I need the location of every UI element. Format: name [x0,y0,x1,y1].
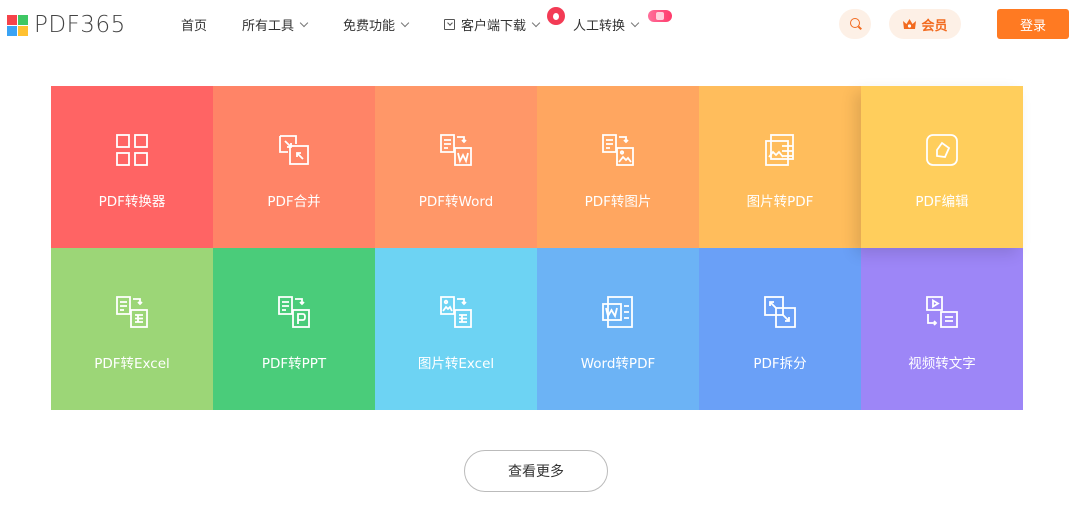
tool-video-to-text[interactable]: 视频转文字 [861,248,1023,410]
pdf-to-word-icon [438,132,474,168]
tool-pdf-merge[interactable]: PDF合并 [213,86,375,248]
word-to-pdf-icon [600,294,636,330]
view-more-button[interactable]: 查看更多 [464,450,608,492]
image-to-pdf-icon [762,132,798,168]
tool-label: PDF拆分 [753,356,807,372]
tool-image-to-excel[interactable]: 图片转Excel [375,248,537,410]
tool-label: PDF转Word [418,194,494,210]
pdf-to-image-icon [600,132,636,168]
merge-icon [276,132,312,168]
hot-badge-icon [648,10,672,22]
tool-label: PDF编辑 [915,194,969,210]
logo-icon [7,14,28,36]
tool-pdf-converter[interactable]: PDF转换器 [51,86,213,248]
tool-pdf-to-ppt[interactable]: PDF转PPT [213,248,375,410]
search-icon [850,18,860,28]
nav-manual-conversion-label: 人工转换 [573,19,626,34]
tool-label: PDF转换器 [98,194,166,210]
crown-icon [902,18,917,30]
tool-label: Word转PDF [580,356,656,372]
fire-icon [547,7,565,25]
chevron-down-icon [299,18,309,27]
image-to-excel-icon [438,294,474,330]
grid-icon [114,132,150,168]
nav-client-download-label: 客户端下载 [461,19,527,34]
logo-text: PDF365 [34,12,126,38]
chevron-down-icon [531,18,541,27]
vip-label: 会员 [921,18,948,34]
header: PDF365 首页 所有工具 免费功能 客户端下载 人工转换 会员 登录 [0,0,1080,50]
tool-label: PDF转PPT [261,356,327,372]
tool-label: PDF转Excel [94,356,170,372]
nav-free-features[interactable]: 免费功能 [343,15,410,34]
vip-button[interactable]: 会员 [889,9,961,39]
search-button[interactable] [839,9,871,39]
download-icon [444,19,455,30]
chevron-down-icon [630,18,640,27]
nav-home-label: 首页 [181,19,208,34]
logo[interactable]: PDF365 [7,12,126,38]
tool-image-to-pdf[interactable]: 图片转PDF [699,86,861,248]
tool-label: PDF合并 [267,194,321,210]
pdf-to-ppt-icon [276,294,312,330]
nav-client-download[interactable]: 客户端下载 [444,15,541,34]
tool-label: 图片转PDF [746,194,814,210]
login-button[interactable]: 登录 [997,9,1069,39]
tool-label: 图片转Excel [417,356,495,372]
nav-all-tools-label: 所有工具 [242,19,295,34]
nav-home[interactable]: 首页 [181,15,207,34]
tool-label: PDF转图片 [584,194,652,210]
tool-label: 视频转文字 [908,356,976,372]
tool-pdf-to-word[interactable]: PDF转Word [375,86,537,248]
nav-all-tools[interactable]: 所有工具 [242,15,309,34]
video-to-text-icon [924,294,960,330]
tool-grid: PDF转换器 PDF合并 PDF转Word PDF转图片 图片转PDF PDF编… [51,86,1023,410]
nav-free-features-label: 免费功能 [343,19,396,34]
tool-pdf-to-image[interactable]: PDF转图片 [537,86,699,248]
split-icon [762,294,798,330]
tool-pdf-to-excel[interactable]: PDF转Excel [51,248,213,410]
tool-pdf-edit[interactable]: PDF编辑 [861,86,1023,248]
chevron-down-icon [400,18,410,27]
tool-word-to-pdf[interactable]: Word转PDF [537,248,699,410]
edit-icon [924,132,960,168]
nav-manual-conversion[interactable]: 人工转换 [573,15,640,34]
pdf-to-excel-icon [114,294,150,330]
tool-pdf-split[interactable]: PDF拆分 [699,248,861,410]
